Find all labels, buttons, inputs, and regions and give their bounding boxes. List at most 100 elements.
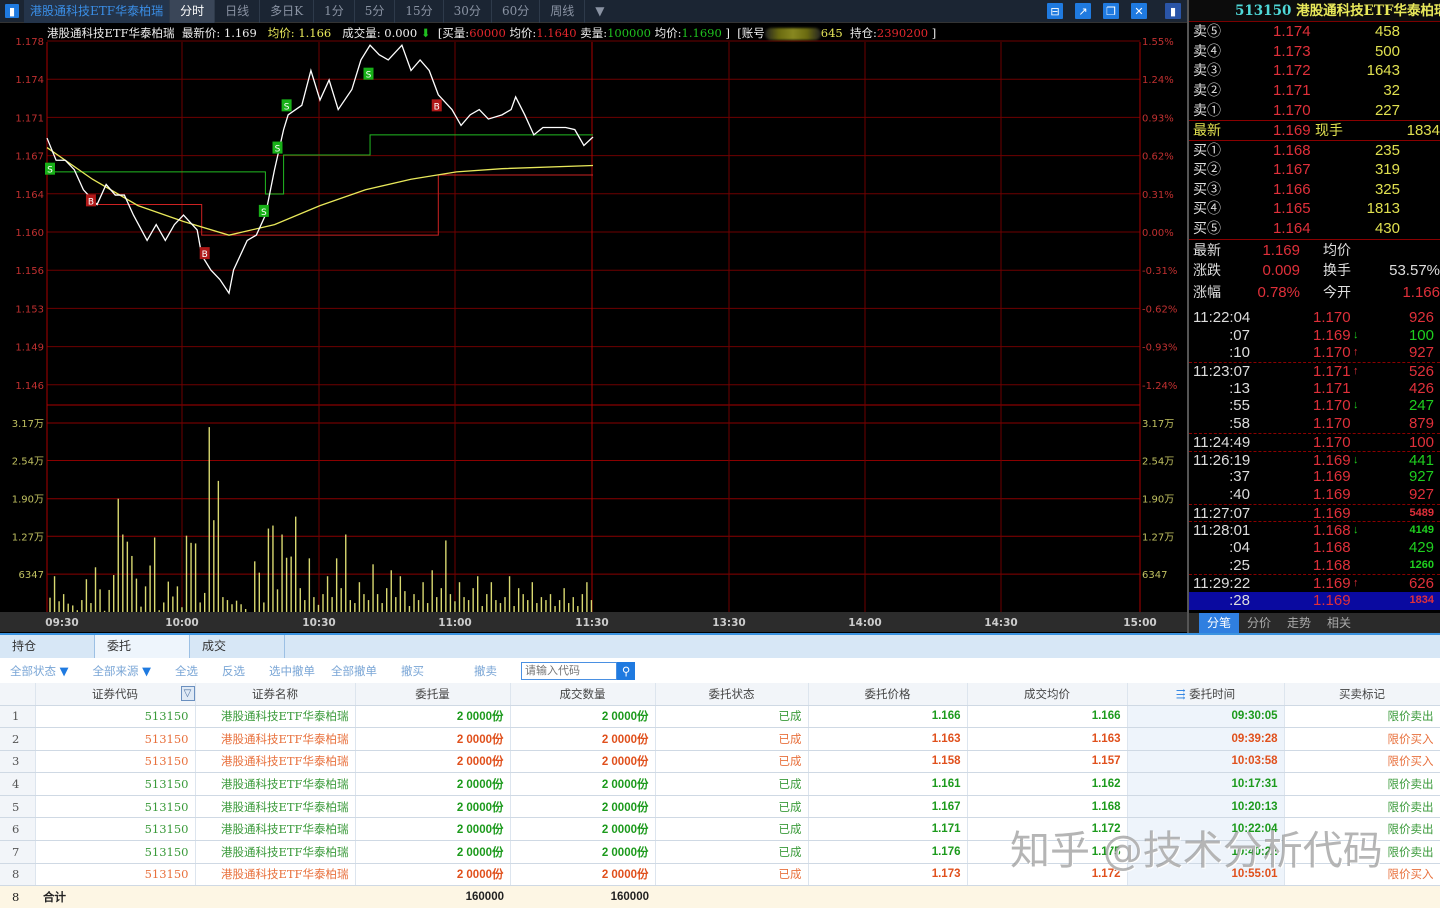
total-empty (808, 885, 967, 908)
tick-row: :40 1.169 927 (1189, 486, 1440, 504)
order-row[interactable]: 4 513150 港股通科技ETF华泰柏瑞 2 0000份 2 0000份 已成 1.161… (0, 772, 1440, 796)
cancel-selected-button[interactable]: 选中撤单 (269, 663, 315, 679)
order-row[interactable]: 6 513150 港股通科技ETF华泰柏瑞 2 0000份 2 0000份 已成 1.171… (0, 817, 1440, 842)
column-header[interactable]: 证券名称 (195, 683, 356, 706)
sell-marker[interactable]: S (45, 162, 55, 176)
order-row[interactable]: 7 513150 港股通科技ETF华泰柏瑞 2 0000份 2 0000份 已成 1.176… (0, 840, 1440, 864)
pct-tick-label: -0.31% (1142, 266, 1177, 277)
orders-tab[interactable]: 委托 (95, 635, 190, 658)
orders-tab[interactable]: 持仓 (0, 635, 95, 658)
period-tab[interactable]: 5分 (355, 0, 396, 23)
bid-row[interactable]: 买② 1.167 319 (1189, 160, 1440, 180)
security-title[interactable]: 港股通科技ETF华泰柏瑞 (24, 0, 171, 23)
column-header-label: 成交数量 (559, 686, 606, 701)
period-tab[interactable]: 周线 (540, 0, 586, 23)
select-all-button[interactable]: 全选 (175, 663, 198, 679)
ask-row[interactable]: 卖③ 1.172 1643 (1189, 61, 1440, 81)
bid-row[interactable]: 买④ 1.165 1813 (1189, 199, 1440, 219)
column-header[interactable]: 委托价格 (808, 683, 968, 706)
marker-label: B (434, 102, 440, 112)
tick-volume: 100 (1408, 433, 1434, 451)
sell-marker[interactable]: S (281, 99, 292, 112)
fit-screen-icon[interactable]: ⊟ (1047, 3, 1063, 19)
window-icon[interactable]: ❐ (1103, 3, 1119, 19)
invert-selection-button[interactable]: 反选 (222, 663, 245, 679)
buy-marker[interactable]: B (85, 194, 96, 207)
sell-marker[interactable]: S (258, 204, 269, 218)
sidebar-toggle-icon[interactable]: ▮ (1165, 3, 1181, 19)
cancel-buy-button[interactable]: 撤买 (401, 663, 424, 679)
bid-row[interactable]: 买③ 1.166 325 (1189, 180, 1440, 200)
status-filter-dropdown[interactable]: 全部状态 ▼ (10, 663, 69, 679)
info-avg: 1.166 (298, 26, 332, 40)
period-tab[interactable]: 60分 (492, 0, 541, 23)
tick-tab[interactable]: 分笔 (1199, 613, 1240, 633)
sell-marker[interactable]: S (272, 141, 283, 155)
column-header[interactable]: 委托量 (355, 683, 511, 706)
volume-tick-label-right: 2.54万 (1142, 457, 1174, 468)
period-tab[interactable]: 15分 (395, 0, 444, 23)
column-header[interactable]: 证券代码 ▽ (35, 683, 196, 706)
orders-tab[interactable]: 成交 (190, 635, 285, 658)
ask-row[interactable]: 卖④ 1.173 500 (1189, 42, 1440, 62)
column-header[interactable]: ⇶ 委托时间 (1127, 683, 1285, 706)
order-filled: 2 0000份 (510, 705, 656, 729)
more-periods-dropdown[interactable]: ▼ (585, 0, 614, 23)
marker-label: S (275, 145, 281, 155)
order-name: 港股通科技ETF华泰柏瑞 (195, 795, 356, 819)
order-row[interactable]: 5 513150 港股通科技ETF华泰柏瑞 2 0000份 2 0000份 已成 1.167… (0, 795, 1440, 819)
column-header[interactable]: 买卖标记 (1284, 683, 1440, 706)
filter-icon[interactable]: ▽ (180, 686, 195, 701)
order-row[interactable]: 1 513150 港股通科技ETF华泰柏瑞 2 0000份 2 0000份 已成 1.166… (0, 705, 1440, 729)
price-tick-label: 1.164 (15, 190, 44, 201)
order-row[interactable]: 2 513150 港股通科技ETF华泰柏瑞 2 0000份 2 0000份 已成 1.163… (0, 727, 1440, 751)
tick-price: 1.168 (1313, 538, 1351, 556)
tick-row: :28 1.169 1834 (1189, 592, 1440, 610)
order-filled: 2 0000份 (510, 863, 656, 887)
tick-row: :04 1.168 429 (1189, 539, 1440, 557)
price-tick-label: 1.167 (15, 152, 44, 163)
ask-row[interactable]: 卖⑤ 1.174 458 (1189, 22, 1440, 42)
popout-icon[interactable]: ↗ (1075, 3, 1091, 19)
code-search-input[interactable] (521, 661, 618, 680)
cancel-all-button[interactable]: 全部撤单 (331, 663, 377, 679)
buy-marker[interactable]: B (431, 99, 442, 112)
bid-row[interactable]: 买⑤ 1.164 430 (1189, 219, 1440, 239)
tick-row: :07 1.169 ↓ 100 (1189, 327, 1440, 345)
bid-row[interactable]: 买① 1.168 235 (1189, 140, 1440, 160)
stat-value: 0.009 (1262, 262, 1300, 280)
tick-tab[interactable]: 相关 (1319, 613, 1359, 633)
tick-row: :55 1.170 ↓ 247 (1189, 397, 1440, 415)
buy-marker[interactable]: B (199, 247, 210, 260)
source-filter-dropdown[interactable]: 全部来源 ▼ (93, 663, 152, 679)
panel-toggle-icon[interactable]: ▮ (5, 4, 19, 18)
period-tab[interactable]: 1分 (314, 0, 355, 23)
order-row[interactable]: 3 513150 港股通科技ETF华泰柏瑞 2 0000份 2 0000份 已成 1.158… (0, 750, 1440, 774)
sell-marker[interactable]: S (363, 67, 374, 81)
period-tab[interactable]: 30分 (444, 0, 492, 23)
period-tab[interactable]: 多日K (260, 0, 315, 23)
tick-price: 1.170 (1313, 397, 1351, 415)
bid-price: 1.168 (1273, 142, 1311, 160)
search-icon[interactable]: ⚲ (617, 661, 636, 680)
column-header[interactable]: 成交数量 (510, 683, 656, 706)
column-header[interactable]: 委托状态 (655, 683, 809, 706)
tick-time: :10 (1229, 344, 1250, 362)
period-tab[interactable]: 日线 (215, 0, 261, 23)
ask-row[interactable]: 卖① 1.170 227 (1189, 101, 1440, 121)
tick-tab[interactable]: 走势 (1279, 613, 1319, 633)
column-header[interactable]: 成交均价 (967, 683, 1128, 706)
order-row[interactable]: 8 513150 港股通科技ETF华泰柏瑞 2 0000份 2 0000份 已成 1.173… (0, 863, 1440, 887)
ask-volume: 32 (1383, 82, 1400, 100)
tick-tab[interactable]: 分价 (1239, 613, 1279, 633)
period-tab[interactable]: 分时 (170, 0, 216, 23)
order-filled: 2 0000份 (510, 727, 656, 751)
order-name: 港股通科技ETF华泰柏瑞 (195, 772, 356, 796)
intraday-chart[interactable]: 1.178 1.55% 1.174 1.24% 1.171 0.93% 1.167 0.62%… (0, 0, 1187, 632)
cancel-sell-button[interactable]: 撤卖 (474, 663, 497, 679)
sort-icon[interactable]: ⇶ (1176, 687, 1189, 701)
order-avg: 1.163 (967, 727, 1128, 751)
close-icon[interactable]: ✕ (1131, 3, 1147, 19)
tick-list[interactable]: 11:22:04 1.170 926:07 1.169 ↓ 100:10 1.170 ↑ 927… (1189, 309, 1440, 610)
ask-row[interactable]: 卖② 1.171 32 (1189, 81, 1440, 101)
